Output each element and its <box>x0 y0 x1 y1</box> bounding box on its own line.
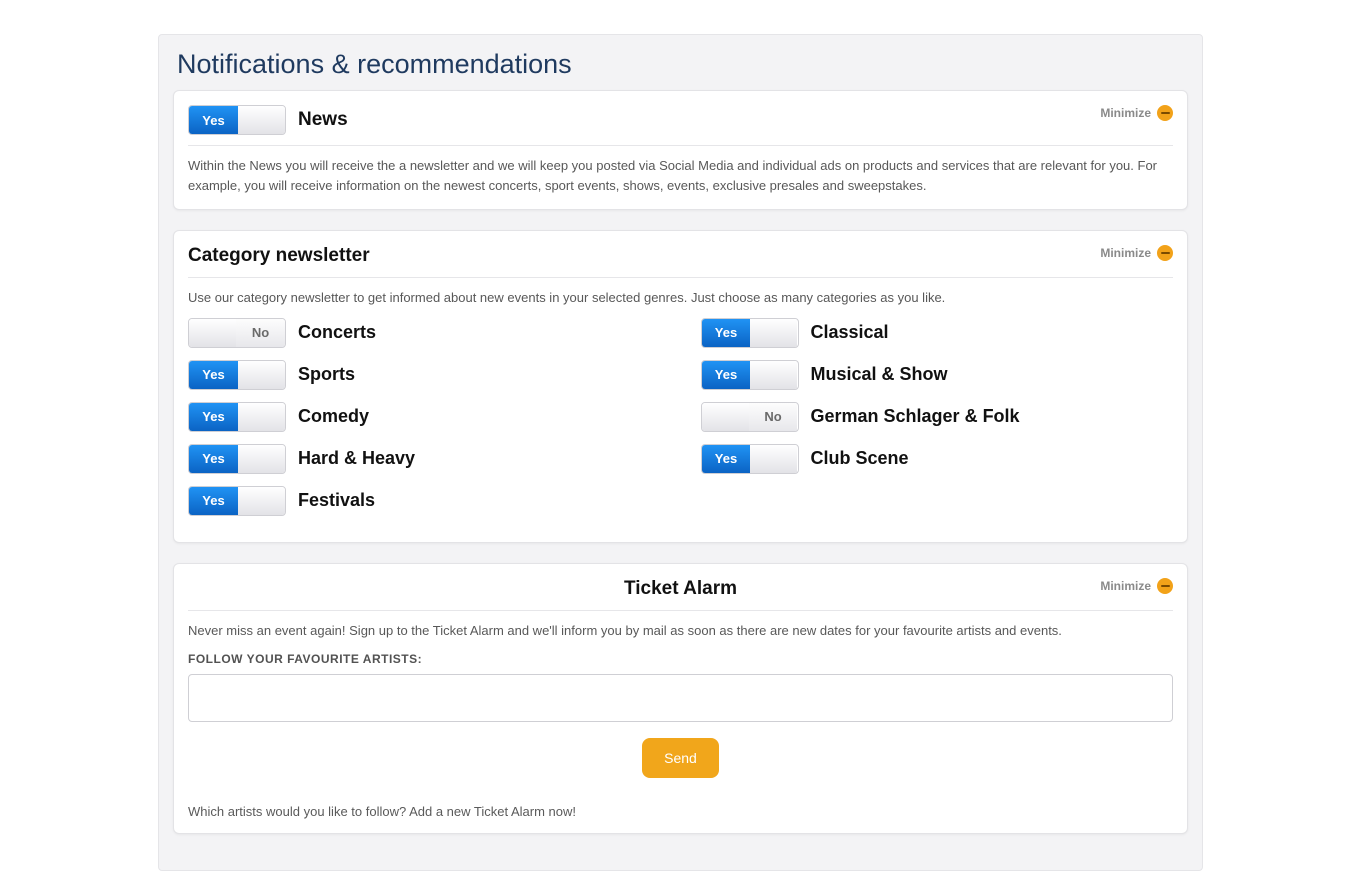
category-label: Club Scene <box>811 448 909 469</box>
category-option: Yes Hard & Heavy <box>188 444 661 474</box>
ticket-panel-head: Ticket Alarm Minimize <box>188 578 1173 610</box>
category-label: Sports <box>298 364 355 385</box>
follow-label: FOLLOW YOUR FAVOURITE ARTISTS: <box>188 652 1173 666</box>
category-option: Yes Sports <box>188 360 661 390</box>
minimize-button[interactable]: Minimize <box>1100 105 1173 121</box>
toggle-label: Yes <box>189 361 238 389</box>
category-toggle[interactable]: Yes <box>188 360 286 390</box>
category-desc: Use our category newsletter to get infor… <box>188 288 1173 308</box>
divider <box>188 145 1173 146</box>
category-col-right: Yes Classical Yes Musical & Show No German Sc… <box>701 318 1174 528</box>
news-panel-head: Yes News Minimize <box>188 105 1173 145</box>
category-toggle[interactable]: Yes <box>701 360 799 390</box>
toggle-knob <box>238 106 285 134</box>
toggle-label: No <box>749 403 798 431</box>
minimize-icon <box>1157 105 1173 121</box>
ticket-desc: Never miss an event again! Sign up to th… <box>188 621 1173 641</box>
toggle-label: Yes <box>702 319 751 347</box>
category-title: Category newsletter <box>188 245 370 266</box>
toggle-knob <box>702 403 749 431</box>
send-button[interactable]: Send <box>642 738 719 778</box>
category-option: No German Schlager & Folk <box>701 402 1174 432</box>
toggle-label: No <box>236 319 285 347</box>
toggle-label: Yes <box>189 487 238 515</box>
toggle-knob <box>238 445 285 473</box>
toggle-knob <box>189 319 236 347</box>
category-option: No Concerts <box>188 318 661 348</box>
toggle-knob <box>238 487 285 515</box>
ticket-title: Ticket Alarm <box>188 578 1173 600</box>
category-columns: No Concerts Yes Sports Yes Comedy Yes Hard & He… <box>188 318 1173 528</box>
toggle-label: Yes <box>189 106 238 134</box>
category-col-left: No Concerts Yes Sports Yes Comedy Yes Hard & He… <box>188 318 661 528</box>
minimize-label: Minimize <box>1100 579 1151 593</box>
toggle-knob <box>750 319 797 347</box>
minimize-button[interactable]: Minimize <box>1100 245 1173 261</box>
toggle-knob <box>238 361 285 389</box>
category-label: Classical <box>811 322 889 343</box>
ticket-panel: Ticket Alarm Minimize Never miss an even… <box>173 563 1188 835</box>
toggle-label: Yes <box>702 445 751 473</box>
minimize-icon <box>1157 245 1173 261</box>
toggle-knob <box>750 445 797 473</box>
toggle-label: Yes <box>189 445 238 473</box>
category-toggle[interactable]: Yes <box>188 486 286 516</box>
category-option: Yes Musical & Show <box>701 360 1174 390</box>
artist-input[interactable] <box>188 674 1173 722</box>
category-toggle[interactable]: Yes <box>188 402 286 432</box>
minimize-button[interactable]: Minimize <box>1100 578 1173 594</box>
category-option: Yes Classical <box>701 318 1174 348</box>
toggle-knob <box>750 361 797 389</box>
news-title: News <box>298 109 348 131</box>
news-panel: Yes News Minimize Within the News you wi… <box>173 90 1188 210</box>
page-title: Notifications & recommendations <box>159 35 1202 90</box>
category-label: Hard & Heavy <box>298 448 415 469</box>
category-toggle[interactable]: Yes <box>188 444 286 474</box>
toggle-knob <box>238 403 285 431</box>
category-option: Yes Club Scene <box>701 444 1174 474</box>
category-toggle[interactable]: No <box>701 402 799 432</box>
category-label: Concerts <box>298 322 376 343</box>
category-option: Yes Comedy <box>188 402 661 432</box>
preferences-page: Notifications & recommendations Yes News… <box>158 34 1203 871</box>
news-toggle[interactable]: Yes <box>188 105 286 135</box>
divider <box>188 610 1173 611</box>
category-toggle[interactable]: Yes <box>701 444 799 474</box>
send-row: Send <box>188 738 1173 778</box>
toggle-label: Yes <box>702 361 751 389</box>
minimize-icon <box>1157 578 1173 594</box>
minimize-label: Minimize <box>1100 246 1151 260</box>
divider <box>188 277 1173 278</box>
category-label: Musical & Show <box>811 364 948 385</box>
toggle-label: Yes <box>189 403 238 431</box>
category-label: Comedy <box>298 406 369 427</box>
category-label: Festivals <box>298 490 375 511</box>
ticket-footer: Which artists would you like to follow? … <box>188 804 1173 819</box>
minimize-label: Minimize <box>1100 106 1151 120</box>
category-toggle[interactable]: Yes <box>701 318 799 348</box>
category-panel-head: Category newsletter Minimize <box>188 245 1173 277</box>
news-desc: Within the News you will receive the a n… <box>188 156 1173 195</box>
category-label: German Schlager & Folk <box>811 406 1020 427</box>
category-toggle[interactable]: No <box>188 318 286 348</box>
category-panel: Category newsletter Minimize Use our cat… <box>173 230 1188 543</box>
category-option: Yes Festivals <box>188 486 661 516</box>
